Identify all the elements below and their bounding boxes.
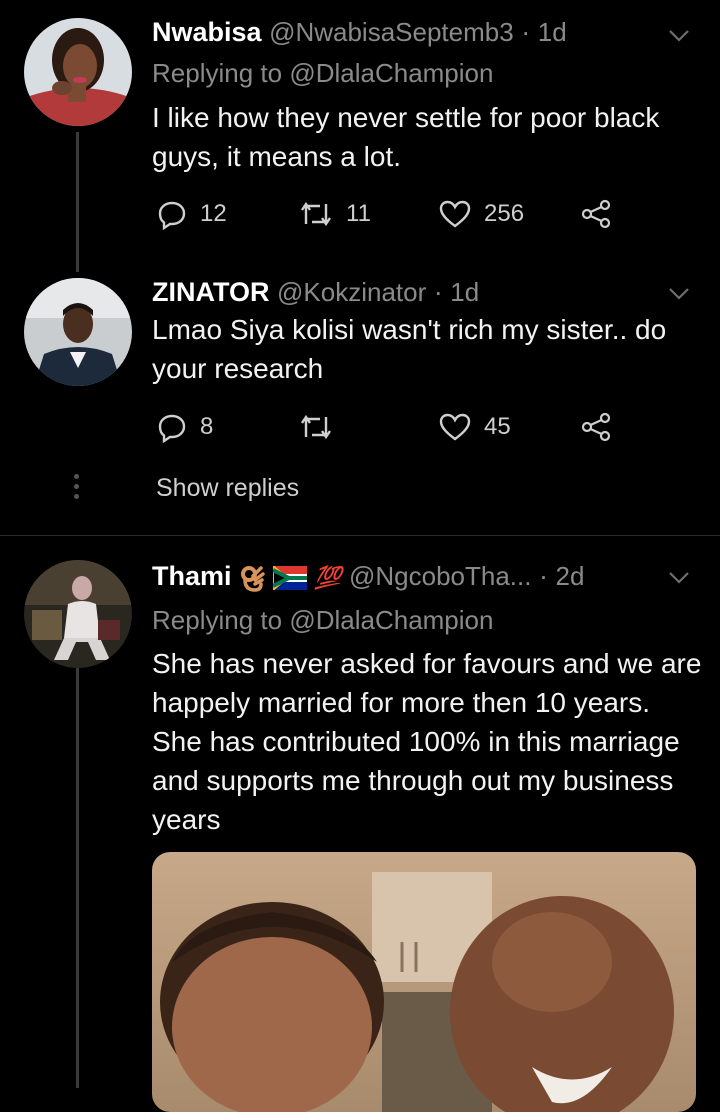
retweet-button[interactable] (298, 407, 346, 447)
replying-to: Replying to @DlalaChampion (152, 57, 493, 89)
show-replies-link[interactable]: Show replies (156, 474, 299, 503)
share-button[interactable] (580, 194, 614, 234)
tweet-header: Thami 💯 @NgcoboTha... · 2d (152, 560, 584, 594)
reply-count: 8 (200, 413, 214, 440)
replying-to-mention[interactable]: @DlalaChampion (289, 58, 493, 88)
reply-icon (158, 414, 186, 443)
display-name[interactable]: Thami (152, 561, 232, 591)
reply-button[interactable]: 8 (156, 407, 213, 447)
south-africa-flag-icon (272, 565, 307, 590)
avatar[interactable] (24, 18, 132, 126)
replying-to: Replying to @DlalaChampion (152, 604, 493, 636)
collapsed-thread-dots (74, 474, 80, 504)
chevron-down-icon[interactable] (666, 280, 692, 306)
share-icon (581, 412, 611, 442)
tweet-actions: 8 45 (152, 407, 672, 447)
share-button[interactable] (580, 407, 614, 447)
thread-line (76, 668, 79, 1088)
tweet-photo[interactable] (152, 852, 696, 1112)
replying-to-mention[interactable]: @DlalaChampion (289, 605, 493, 635)
display-name[interactable]: ZINATOR (152, 277, 270, 307)
tweet-1[interactable]: Nwabisa @NwabisaSeptemb3 · 1d Replying t… (0, 0, 720, 272)
avatar[interactable] (24, 278, 132, 386)
tweet-text: Lmao Siya kolisi wasn't rich my sister..… (152, 314, 667, 384)
tweet-2[interactable]: ZINATOR @Kokzinator · 1d Lmao Siya kolis… (0, 270, 720, 535)
tweet-header: Nwabisa @NwabisaSeptemb3 · 1d (152, 16, 567, 48)
reply-icon (158, 201, 186, 230)
retweet-count: 11 (346, 200, 371, 227)
like-button[interactable]: 256 (438, 194, 524, 234)
tweet-text: She has never asked for favours and we a… (152, 648, 702, 835)
hundred-points-emoji: 💯 (314, 564, 342, 590)
heart-icon (439, 200, 471, 228)
user-handle[interactable]: @Kokzinator (277, 277, 426, 307)
display-name[interactable]: Nwabisa (152, 17, 262, 47)
like-button[interactable]: 45 (438, 407, 511, 447)
retweet-icon (301, 414, 331, 440)
heart-icon (439, 413, 471, 441)
like-count: 45 (484, 413, 511, 440)
user-handle[interactable]: @NgcoboTha... (349, 561, 531, 591)
user-handle[interactable]: @NwabisaSeptemb3 (269, 17, 514, 47)
retweet-button[interactable]: 11 (298, 194, 371, 234)
avatar[interactable] (24, 560, 132, 668)
timestamp[interactable]: 2d (556, 561, 585, 591)
chevron-down-icon[interactable] (666, 22, 692, 48)
retweet-icon (301, 201, 331, 227)
thread-line (76, 132, 79, 272)
replying-to-prefix: Replying to (152, 605, 283, 635)
tweet-header: ZINATOR @Kokzinator · 1d (152, 276, 479, 308)
like-count: 256 (484, 200, 525, 227)
timestamp[interactable]: 1d (538, 17, 567, 47)
separator-dot: · (521, 17, 531, 47)
replying-to-prefix: Replying to (152, 58, 283, 88)
ok-hand-emoji-icon (241, 565, 265, 592)
tweet-actions: 12 11 256 (152, 194, 672, 234)
reply-button[interactable]: 12 (156, 194, 227, 234)
chevron-down-icon[interactable] (666, 564, 692, 590)
reply-count: 12 (200, 200, 227, 227)
share-icon (581, 199, 611, 229)
timestamp[interactable]: 1d (450, 277, 479, 307)
separator-dot: · (433, 277, 443, 307)
separator-dot: · (538, 561, 548, 591)
tweet-text: I like how they never settle for poor bl… (152, 102, 660, 172)
